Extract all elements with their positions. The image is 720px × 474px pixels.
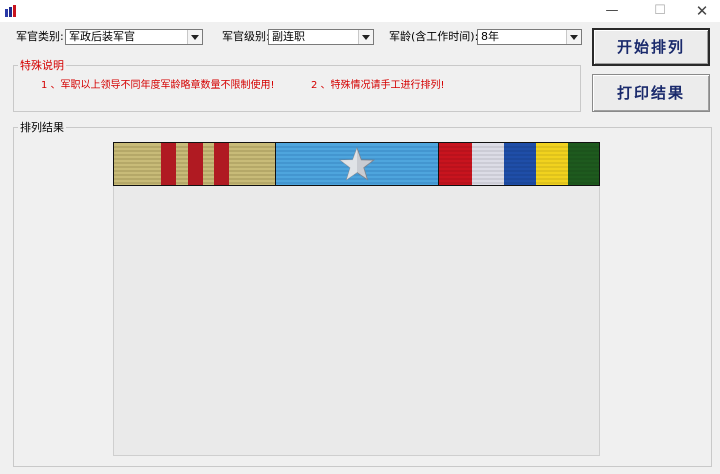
special-notes-title: 特殊说明 [18,59,66,72]
minimize-button[interactable]: — [594,0,630,22]
blue-star-ribbon [275,142,439,186]
category-value: 军政后装军官 [69,30,135,43]
results-title: 排列结果 [18,121,66,134]
rank-value: 副连职 [272,30,305,43]
app-icon [5,5,16,17]
maximize-button[interactable]: ☐ [642,0,678,22]
multicolor-ribbon [438,142,600,186]
service-years-label: 军龄(含工作时间): [389,30,479,43]
chevron-down-icon[interactable] [187,30,202,44]
category-select[interactable]: 军政后装军官 [65,29,203,45]
title-bar: — ☐ ✕ [0,0,720,22]
chevron-down-icon[interactable] [358,30,373,44]
chevron-down-icon[interactable] [566,30,581,44]
service-years-select[interactable]: 8年 [477,29,582,45]
note-item: 2 、特殊情况请手工进行排列! [311,80,445,91]
close-button[interactable]: ✕ [684,0,720,22]
rank-select[interactable]: 副连职 [268,29,374,45]
note-item: 1 、军职以上领导不同年度军龄略章数量不限制使用! [41,80,275,91]
service-years-value: 8年 [481,30,499,43]
start-arrange-button[interactable]: 开始排列 [592,28,710,66]
ribbon-canvas [113,142,600,456]
print-result-button[interactable]: 打印结果 [592,74,710,112]
category-label: 军官类别: [16,30,64,43]
khaki-red-stripe-ribbon [113,142,276,186]
rank-label: 军官级别: [222,30,270,43]
